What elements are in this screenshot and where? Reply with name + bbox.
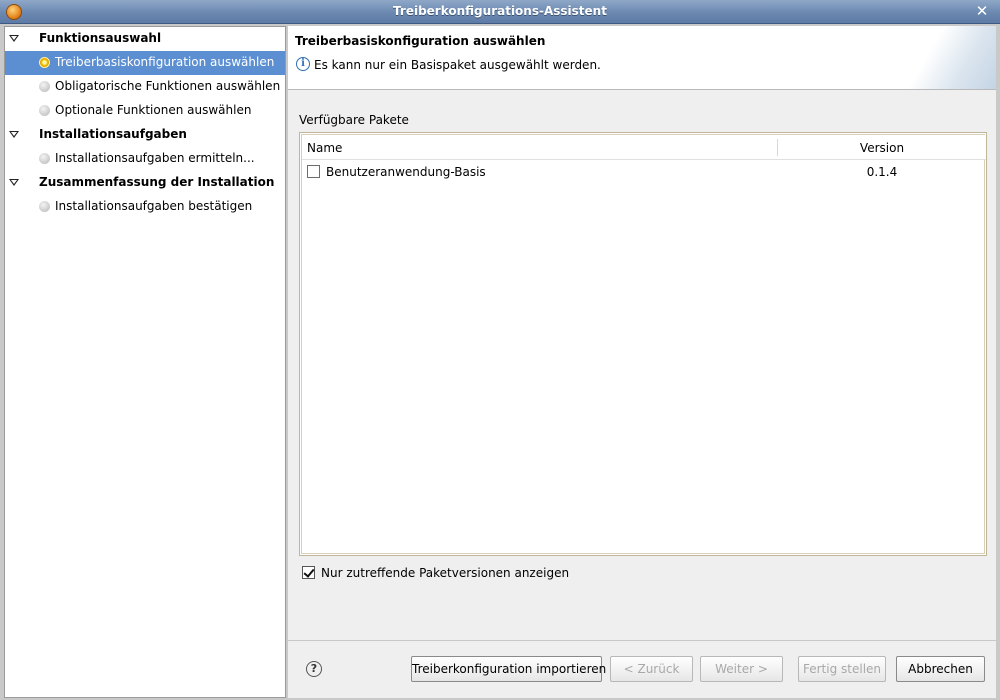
next-button[interactable]: Weiter > — [700, 656, 783, 682]
packages-table-body: Name Version Benutzeranwendung-Basis 0.1… — [301, 134, 986, 554]
help-icon[interactable]: ? — [306, 661, 322, 677]
window-title: Treiberkonfigurations-Assistent — [393, 4, 607, 18]
nav-item-obligatorische-funktionen[interactable]: Obligatorische Funktionen auswählen — [5, 75, 285, 99]
import-config-button[interactable]: Treiberkonfiguration importieren — [411, 656, 606, 682]
wizard-step-tree: Funktionsauswahl Treiberbasiskonfigurati… — [4, 26, 286, 698]
nav-section-funktionsauswahl[interactable]: Funktionsauswahl — [5, 27, 285, 51]
close-icon[interactable]: ✕ — [974, 3, 990, 19]
nav-item-treiberbasiskonfiguration[interactable]: Treiberbasiskonfiguration auswählen — [5, 51, 285, 75]
column-header-name[interactable]: Name — [307, 141, 342, 155]
nav-item-label: Installationsaufgaben ermitteln... — [55, 151, 255, 165]
nav-item-label: Obligatorische Funktionen auswählen — [55, 79, 281, 93]
nav-section-installationsaufgaben[interactable]: Installationsaufgaben — [5, 123, 285, 147]
nav-item-label: Treiberbasiskonfiguration auswählen — [55, 55, 275, 69]
column-header-version[interactable]: Version — [778, 141, 986, 155]
pending-step-icon — [39, 201, 50, 212]
page-title: Treiberbasiskonfiguration auswählen — [295, 34, 546, 48]
nav-section-zusammenfassung[interactable]: Zusammenfassung der Installation — [5, 171, 285, 195]
package-name: Benutzeranwendung-Basis — [326, 165, 486, 179]
pending-step-icon — [39, 153, 50, 164]
expand-triangle-icon[interactable] — [9, 178, 19, 188]
back-button[interactable]: < Zurück — [610, 656, 693, 682]
current-step-icon — [39, 57, 50, 68]
nav-item-installationsaufgaben-ermitteln[interactable]: Installationsaufgaben ermitteln... — [5, 147, 285, 171]
nav-item-label: Optionale Funktionen auswählen — [55, 103, 252, 117]
table-header: Name Version — [302, 135, 986, 160]
nav-section-label: Funktionsauswahl — [39, 31, 162, 45]
info-icon: i — [296, 57, 310, 71]
page-header: Treiberbasiskonfiguration auswählen i Es… — [288, 26, 996, 90]
window-titlebar[interactable]: Treiberkonfigurations-Assistent ✕ — [0, 0, 1000, 24]
button-bar-divider — [288, 640, 996, 641]
expand-triangle-icon[interactable] — [9, 34, 19, 44]
cancel-button[interactable]: Abbrechen — [896, 656, 985, 682]
finish-button[interactable]: Fertig stellen — [798, 656, 886, 682]
pending-step-icon — [39, 105, 50, 116]
nav-item-installationsaufgaben-bestaetigen[interactable]: Installationsaufgaben bestätigen — [5, 195, 285, 219]
expand-triangle-icon[interactable] — [9, 130, 19, 140]
packages-label: Verfügbare Pakete — [299, 113, 409, 127]
nav-item-label: Installationsaufgaben bestätigen — [55, 199, 253, 213]
package-checkbox[interactable] — [307, 165, 320, 178]
nav-item-optionale-funktionen[interactable]: Optionale Funktionen auswählen — [5, 99, 285, 123]
filter-versions-checkbox[interactable] — [302, 566, 315, 579]
packages-table[interactable]: Name Version Benutzeranwendung-Basis 0.1… — [299, 132, 987, 556]
nav-section-label: Zusammenfassung der Installation — [39, 175, 275, 189]
table-row[interactable]: Benutzeranwendung-Basis 0.1.4 — [302, 161, 986, 185]
filter-versions-label[interactable]: Nur zutreffende Paketversionen anzeigen — [321, 566, 569, 580]
info-message: Es kann nur ein Basispaket ausgewählt we… — [314, 58, 601, 72]
pending-step-icon — [39, 81, 50, 92]
nav-section-label: Installationsaufgaben — [39, 127, 187, 141]
wizard-page: Treiberbasiskonfiguration auswählen i Es… — [288, 26, 996, 698]
package-version: 0.1.4 — [866, 165, 898, 179]
